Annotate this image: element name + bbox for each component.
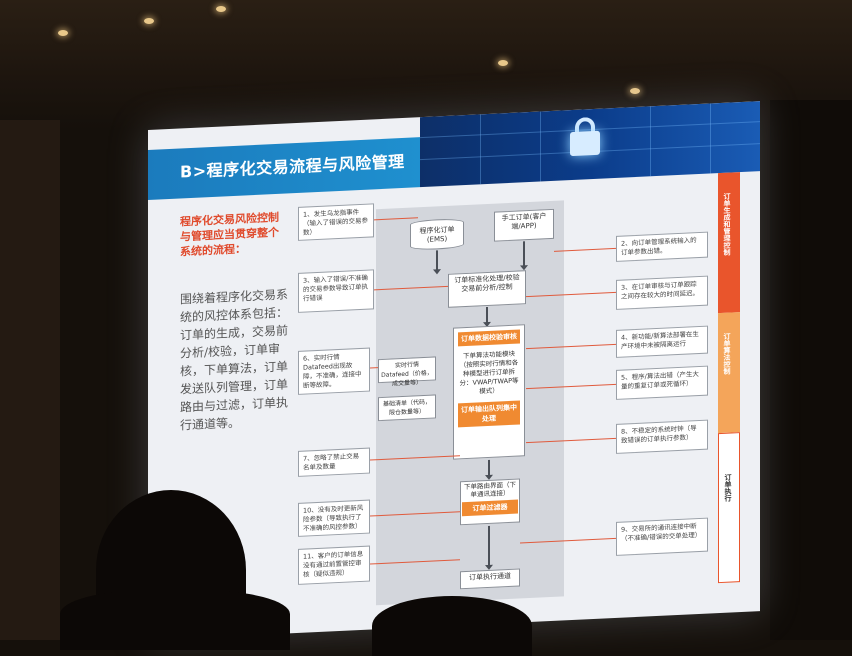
ceiling-light	[630, 88, 640, 94]
ceiling-light	[58, 30, 68, 36]
risk-note-11: 11、客户的订单信息没有通过前置管控审核（疑似违规）	[298, 545, 370, 585]
flow-algo-group: 订单数据校验审核 下单算法功能模块（按照实时行情和各种模型进行订单拆分：VWAP…	[453, 324, 525, 460]
risk-note-6: 6、实时行情Datafeed出现故障，不准确，连接中断等故障。	[298, 347, 370, 395]
ceiling-light	[144, 18, 154, 24]
stage-label-generation: 订单生成和管理控制	[723, 192, 731, 256]
risk-note-3-left: 3、输入了错误/不准确的交易参数导致订单执行错误	[298, 269, 374, 313]
risk-note-10: 10、没有及时更新风险参数（导致执行了不准确的风控参数）	[298, 499, 370, 537]
stage-bar-algo: 订单算法控制	[718, 312, 740, 434]
room-wall-left	[0, 120, 60, 640]
flow-manual-node: 手工订单(客户端/APP)	[494, 208, 554, 242]
stage-label-algo: 订单算法控制	[723, 332, 731, 375]
flow-ems-node: 程序化订单(EMS)	[410, 218, 464, 251]
risk-note-4: 4、新功能/新算法部署在生产环境中未被隔离运行	[616, 325, 708, 358]
intro-body: 围绕着程序化交易系统的风控体系包括：订单的生成，交易前分析/校验，订单审核，下单…	[180, 287, 289, 433]
stage-bar-execution: 订单执行	[718, 432, 740, 584]
risk-note-3-right: 3、在订单审核与订单跟踪之间存在较大的时间延迟。	[616, 275, 708, 310]
risk-note-7: 7、忽略了禁止交易名单及数量	[298, 447, 370, 477]
lock-icon-body	[570, 130, 600, 157]
flow-routing-node: 下单路由界面（下单通讯连接）	[464, 480, 516, 499]
ceiling-light	[216, 6, 226, 12]
risk-note-1: 1、发生乌龙指事件（输入了错误的交易参数）	[298, 203, 374, 241]
flow-standardize-node: 订单标准化处理/校验交易前分析/控制	[448, 270, 526, 308]
risk-note-2: 2、向订单管理系统输入的订单参数出错。	[616, 231, 708, 262]
flow-basic-list: 基础清单（代码，限仓数量等）	[378, 394, 436, 422]
risk-note-8: 8、不稳定的系统时钟（导致错误的订单执行参数）	[616, 419, 708, 454]
tech-banner-image	[420, 101, 760, 188]
ceiling-light	[498, 60, 508, 66]
stage-bar-generation: 订单生成和管理控制	[718, 172, 740, 314]
flow-channel-node: 订单执行通道	[460, 568, 520, 590]
intro-heading: 程序化交易风险控制与管理应当贯穿整个系统的流程：	[180, 210, 279, 259]
flow-filter-node: 订单过滤器	[462, 499, 518, 517]
audience-head	[372, 596, 532, 656]
flow-realtime-feed: 实时行情 Datafeed（价格，成交量等）	[378, 356, 436, 387]
risk-note-9: 9、交易所的通讯连接中断（不准确/错误的交单处理）	[616, 517, 708, 556]
flow-algo-node: 下单算法功能模块（按照实时行情和各种模型进行订单拆分：VWAP/TWAP等模式）	[459, 349, 519, 396]
flow-queue-node: 订单输出队列集中处理	[458, 400, 520, 428]
risk-note-5: 5、程序/算法出错（产生大量的重复订单或死循环）	[616, 365, 708, 400]
flow-verify-node: 订单数据校验审核	[458, 329, 520, 347]
stage-label-execution: 订单执行	[724, 473, 732, 502]
flow-routing-group: 下单路由界面（下单通讯连接） 订单过滤器	[460, 478, 520, 526]
room-wall-right	[770, 100, 852, 640]
audience-shoulders	[60, 590, 290, 650]
